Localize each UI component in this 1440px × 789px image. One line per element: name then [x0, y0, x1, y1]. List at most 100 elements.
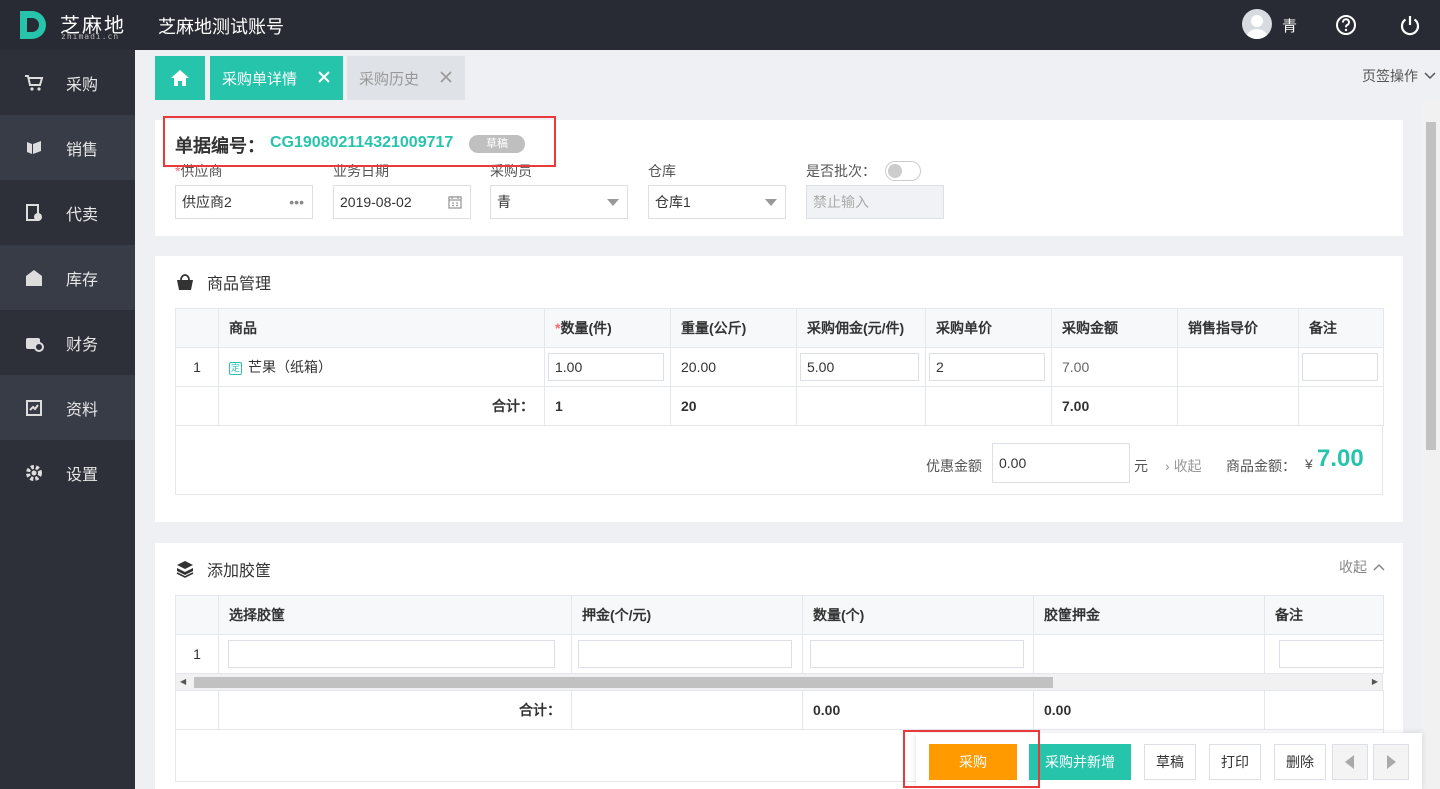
- help-icon[interactable]: [1335, 14, 1357, 36]
- purchase-and-new-button[interactable]: 采购并新增: [1029, 744, 1131, 780]
- consign-icon: [26, 203, 42, 221]
- batch-toggle[interactable]: [885, 161, 921, 181]
- col-product: 商品: [218, 308, 545, 348]
- commission-input[interactable]: 5.00: [800, 353, 919, 381]
- home-icon: [171, 70, 189, 86]
- goods-section-title: 商品管理: [175, 270, 271, 294]
- goods-amount: 7.00: [1317, 445, 1364, 472]
- gear-icon: [26, 464, 42, 481]
- sidebar-item-consign[interactable]: 代卖: [0, 180, 135, 245]
- scroll-right-arrow[interactable]: ▶: [1372, 677, 1378, 686]
- fixed-tag: 定: [229, 361, 242, 375]
- deposit-rate-input[interactable]: [578, 640, 792, 668]
- warehouse-select[interactable]: 仓库1: [648, 185, 786, 219]
- highlight-doc-number: [163, 116, 556, 167]
- tab-operations[interactable]: 页签操作: [1362, 66, 1436, 86]
- sidebar-item-inventory[interactable]: 库存: [0, 245, 135, 310]
- sidebar-item-finance[interactable]: 财务: [0, 310, 135, 375]
- delete-button[interactable]: 删除: [1274, 744, 1326, 780]
- sidebar-item-label: 销售: [66, 141, 99, 159]
- supplier-field[interactable]: 供应商2 •••: [175, 185, 313, 219]
- amount-cell: 7.00: [1051, 347, 1178, 387]
- basket-qty-input[interactable]: [810, 640, 1024, 668]
- goods-summary: 优惠金额 0.00 元 › 收起 商品金额： ¥ 7.00: [175, 425, 1383, 495]
- prev-button[interactable]: [1332, 744, 1368, 780]
- guide-price-cell: [1177, 347, 1299, 387]
- baskets-title: 添加胶筐: [207, 563, 272, 580]
- buyer-select[interactable]: 青: [490, 185, 628, 219]
- cart-icon: [25, 74, 44, 91]
- sidebar-item-archive[interactable]: 资料: [0, 375, 135, 440]
- horizontal-scrollbar[interactable]: ◀ ▶: [175, 674, 1383, 691]
- sidebar-item-label: 资料: [66, 401, 99, 419]
- qty-input[interactable]: 1.00: [548, 353, 664, 381]
- collapse-link[interactable]: › 收起: [1165, 456, 1202, 476]
- goods-panel: 商品管理 商品 *数量(件) 重量(公斤) 采购佣金(元/件) 采购单价 采购金…: [155, 256, 1403, 522]
- tab-purchase-detail[interactable]: 采购单详情: [210, 56, 343, 100]
- archive-icon: [26, 399, 42, 416]
- goods-amount-label: 商品金额：: [1226, 458, 1296, 474]
- arrow-left-icon: [1345, 755, 1354, 769]
- tab-purchase-history[interactable]: 采购历史: [347, 56, 465, 100]
- close-icon[interactable]: [317, 70, 331, 84]
- currency-symbol: ¥: [1305, 456, 1313, 472]
- finance-icon: [26, 337, 44, 352]
- col-deposit-rate: 押金(个/元): [571, 595, 803, 635]
- total-label: 合计：: [218, 386, 545, 426]
- buyer-value: 青: [497, 194, 511, 210]
- col-remark: 备注: [1298, 308, 1384, 348]
- sidebar-item-label: 采购: [66, 76, 99, 94]
- sidebar-item-sales[interactable]: 销售: [0, 115, 135, 180]
- total-qty: 0.00: [802, 690, 1034, 730]
- table-header-row: 选择胶筐 押金(个/元) 数量(个) 胶筐押金 备注: [175, 595, 1384, 635]
- print-button[interactable]: 打印: [1209, 744, 1261, 780]
- weight-cell: 20.00: [670, 347, 797, 387]
- date-field[interactable]: 2019-08-02: [333, 185, 471, 219]
- collapse-label: 收起: [1339, 559, 1367, 575]
- sales-icon: [27, 140, 41, 154]
- table-row: 1: [175, 634, 1384, 674]
- dropdown-arrow-icon: [765, 199, 777, 206]
- remark-input[interactable]: [1302, 353, 1378, 381]
- scrollbar-thumb[interactable]: [194, 677, 1053, 688]
- highlight-purchase-button: [903, 730, 1040, 788]
- calendar-icon[interactable]: [448, 195, 462, 209]
- close-icon[interactable]: [439, 70, 453, 84]
- logo-subtext: zhimadi.cn: [61, 32, 120, 41]
- row-index: 1: [175, 634, 219, 674]
- page-scrollbar[interactable]: [1422, 100, 1440, 789]
- next-button[interactable]: [1373, 744, 1409, 780]
- col-basket: 选择胶筐: [218, 595, 572, 635]
- user-avatar-icon: [1246, 15, 1268, 39]
- user-name[interactable]: 青: [1282, 15, 1297, 36]
- col-guide-price: 销售指导价: [1177, 308, 1299, 348]
- basket-remark-input[interactable]: [1279, 640, 1383, 668]
- tab-home[interactable]: [155, 56, 205, 100]
- product-name: 芒果（纸箱）: [248, 359, 332, 375]
- sidebar-item-purchase[interactable]: 采购: [0, 50, 135, 115]
- chevron-up-icon: [1373, 563, 1385, 571]
- power-icon[interactable]: [1399, 14, 1421, 36]
- scrollbar-thumb[interactable]: [1426, 122, 1436, 450]
- tab-label: 采购历史: [359, 70, 420, 88]
- product-cell[interactable]: 定芒果（纸箱）: [218, 347, 545, 387]
- more-icon[interactable]: •••: [289, 186, 304, 218]
- sidebar: 采购 销售 代卖 库存 财务 资料 设置: [0, 50, 135, 789]
- draft-button[interactable]: 草稿: [1144, 744, 1196, 780]
- col-index: [175, 308, 219, 348]
- basket-icon: [177, 274, 193, 290]
- discount-input[interactable]: 0.00: [992, 443, 1130, 483]
- sidebar-item-label: 财务: [66, 336, 99, 354]
- scroll-left-arrow[interactable]: ◀: [180, 677, 186, 686]
- date-value: 2019-08-02: [340, 194, 412, 210]
- avatar[interactable]: [1242, 9, 1272, 39]
- baskets-table: 选择胶筐 押金(个/元) 数量(个) 胶筐押金 备注 1: [175, 595, 1384, 674]
- col-qty: 数量(个): [802, 595, 1034, 635]
- total-row: 合计： 0.00 0.00: [175, 690, 1384, 730]
- baskets-collapse[interactable]: 收起: [1339, 557, 1385, 577]
- arrow-right-icon: [1387, 755, 1396, 769]
- unit-price-input[interactable]: 2: [929, 353, 1045, 381]
- sidebar-item-settings[interactable]: 设置: [0, 440, 135, 505]
- basket-select-input[interactable]: [228, 640, 555, 668]
- baskets-section-title: 添加胶筐: [175, 557, 271, 581]
